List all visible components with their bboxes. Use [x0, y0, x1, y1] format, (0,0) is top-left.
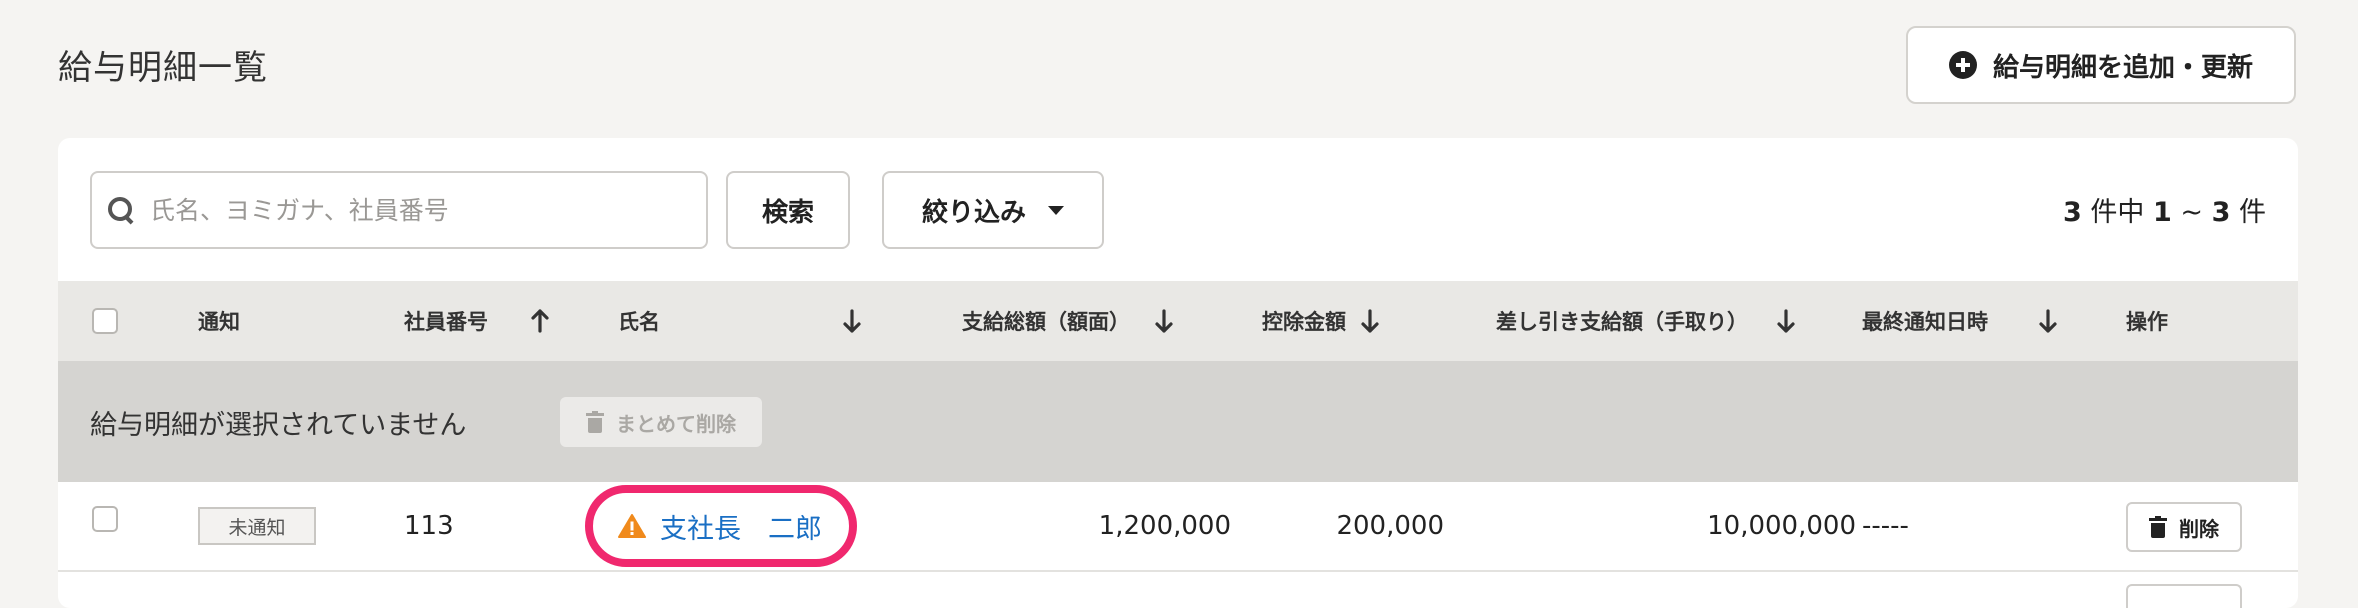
column-header-gross[interactable]: 支給総額（額面） — [962, 281, 1130, 361]
count-unit-a: 件中 — [2090, 197, 2145, 228]
deduction-amount-cell: 200,000 — [1336, 511, 1444, 541]
count-range-end: 3 — [2211, 197, 2231, 228]
column-header-actions: 操作 — [2126, 310, 2168, 334]
next-row-delete-button-partial[interactable] — [2126, 584, 2242, 608]
column-header-name[interactable]: 氏名 — [618, 281, 660, 361]
search-button[interactable]: 検索 — [726, 171, 850, 249]
employee-name: 支社長 二郎 — [660, 513, 822, 545]
bulk-action-bar: 給与明細が選択されていません まとめて削除 — [58, 361, 2298, 482]
caret-down-icon — [1048, 205, 1064, 215]
status-badge: 未通知 — [198, 507, 316, 545]
count-total: 3 — [2063, 197, 2082, 228]
select-all-checkbox[interactable] — [92, 308, 118, 334]
sort-arrow-down-icon[interactable] — [1360, 307, 1380, 335]
column-header-net[interactable]: 差し引き支給額（手取り） — [1496, 281, 1748, 361]
sort-arrow-down-icon[interactable] — [1154, 307, 1174, 335]
search-icon — [106, 195, 136, 225]
last-notified-cell: ----- — [1862, 511, 1909, 541]
no-selection-text: 給与明細が選択されていません — [90, 410, 467, 441]
filter-label: 絞り込み — [921, 197, 1026, 228]
result-count: 3 件中 1 ~ 3 件 — [2063, 190, 2266, 229]
trash-icon — [586, 411, 604, 433]
sort-arrow-down-icon[interactable] — [2038, 307, 2058, 335]
sort-arrow-up-icon[interactable] — [530, 307, 550, 335]
add-update-payslip-button[interactable]: 給与明細を追加・更新 — [1906, 26, 2296, 104]
warning-icon — [618, 514, 646, 538]
employee-no-cell: 113 — [404, 511, 454, 541]
count-range-start: 1 — [2153, 197, 2172, 228]
column-header-last-notified[interactable]: 最終通知日時 — [1862, 281, 1988, 361]
column-header-employee-no[interactable]: 社員番号 — [404, 281, 488, 361]
bulk-delete-label: まとめて削除 — [616, 411, 736, 436]
page-title: 給与明細一覧 — [58, 48, 268, 88]
count-tilde: ~ — [2180, 197, 2204, 228]
table-header: 通知 社員番号 氏名 支給総額（額面） 控除金額 差し引き支給額（手取り） 最終… — [58, 281, 2298, 361]
filter-dropdown-button[interactable]: 絞り込み — [882, 171, 1104, 249]
employee-name-link[interactable]: 支社長 二郎 — [618, 482, 822, 570]
payslip-list-card: 検索 絞り込み 3 件中 1 ~ 3 件 通知 社員番号 氏名 支給総額（額面） — [58, 138, 2298, 608]
net-amount-cell: 10,000,000 — [1707, 511, 1856, 541]
add-update-payslip-label: 給与明細を追加・更新 — [1992, 52, 2253, 83]
column-header-deduction[interactable]: 控除金額 — [1262, 281, 1346, 361]
plus-circle-icon — [1948, 51, 1977, 79]
trash-icon — [2149, 516, 2167, 538]
gross-amount-cell: 1,200,000 — [1098, 511, 1231, 541]
row-delete-button[interactable]: 削除 — [2126, 502, 2242, 552]
search-box — [90, 171, 708, 249]
column-header-notify: 通知 — [198, 310, 240, 334]
table-row: 未通知 113 支社長 二郎 1,200,000 200,000 10,000,… — [58, 482, 2298, 572]
search-input[interactable] — [148, 194, 672, 226]
row-delete-label: 削除 — [2179, 516, 2219, 541]
sort-arrow-down-icon[interactable] — [842, 307, 862, 335]
bulk-delete-button[interactable]: まとめて削除 — [560, 397, 762, 447]
count-unit-b: 件 — [2239, 197, 2266, 228]
sort-arrow-down-icon[interactable] — [1776, 307, 1796, 335]
row-checkbox[interactable] — [92, 506, 118, 532]
